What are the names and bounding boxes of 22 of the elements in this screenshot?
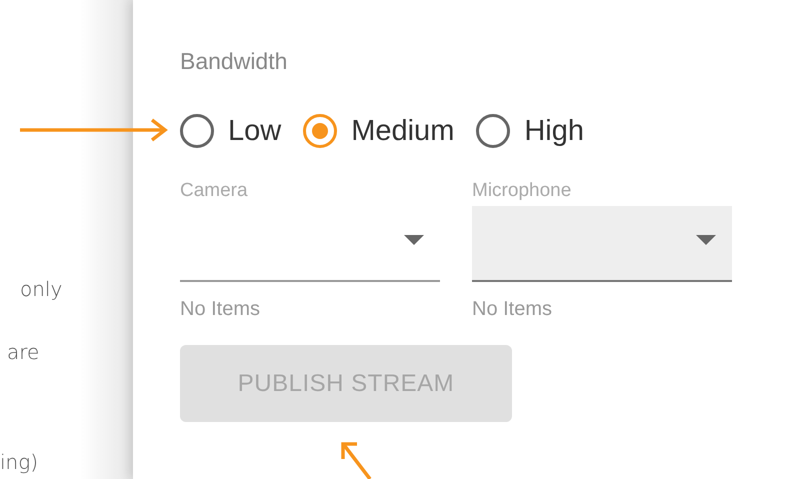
paragraph-fragment: only [20,277,62,301]
radio-option[interactable]: High [476,114,584,148]
caret-icon [696,235,716,245]
arrow-icon [20,118,170,142]
radio-label: Low [228,114,282,148]
radio-label: High [524,114,584,148]
paragraph-fragment: are [7,340,40,364]
radio-option[interactable]: Medium [303,114,454,148]
paragraph-fragment: ing) [0,450,38,474]
select-field[interactable] [472,206,732,282]
arrow-icon [340,441,374,479]
radio-icon[interactable] [180,114,214,148]
helper-text: No Items [180,298,262,321]
radio-option[interactable]: Low [180,114,282,148]
radio-label: Medium [351,114,454,148]
radio-icon[interactable] [476,114,510,148]
select-label: Microphone [472,180,572,202]
select-label: Camera [180,180,249,202]
bandwidth-label: Bandwidth [180,48,288,76]
caret-icon [404,235,424,245]
helper-text: No Items [472,298,554,321]
radio-icon[interactable] [303,114,338,148]
